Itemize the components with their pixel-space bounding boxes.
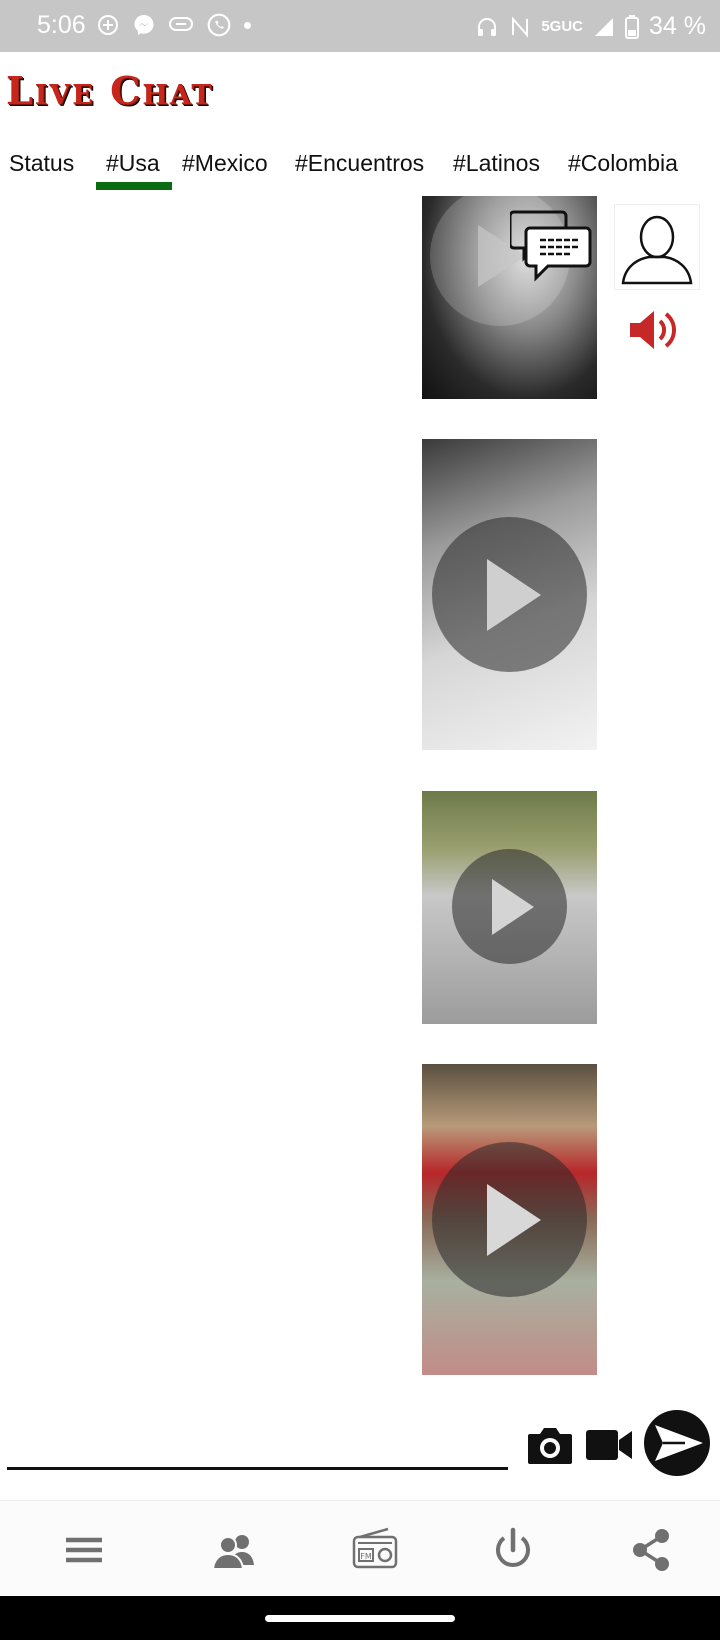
tab-latinos[interactable]: #Latinos [453, 150, 540, 177]
message-input[interactable] [7, 1467, 508, 1470]
app-logo: Live Chat [6, 68, 214, 113]
users-icon[interactable] [210, 1525, 260, 1575]
system-navigation-bar [0, 1596, 720, 1640]
notification-icons [96, 12, 251, 38]
radio-icon[interactable]: FM [350, 1525, 400, 1575]
home-gesture-handle[interactable] [265, 1615, 455, 1622]
chat-icon[interactable] [510, 206, 592, 286]
tab-usa[interactable]: #Usa [106, 150, 160, 177]
tab-status[interactable]: Status [9, 150, 74, 177]
bottom-navigation: FM [0, 1500, 720, 1597]
signal-icon [595, 17, 614, 36]
whatsapp-icon [207, 13, 231, 37]
send-icon[interactable] [643, 1409, 711, 1477]
play-icon [452, 849, 567, 964]
video-thumbnail[interactable] [422, 439, 597, 750]
battery-icon [625, 14, 640, 39]
nfc-icon [512, 15, 529, 38]
volume-icon[interactable] [628, 308, 680, 352]
tab-encuentros[interactable]: #Encuentros [295, 150, 424, 177]
tab-mexico[interactable]: #Mexico [182, 150, 268, 177]
chat-bubble-icon [169, 17, 193, 31]
play-icon [432, 517, 587, 672]
share-icon[interactable] [626, 1525, 676, 1575]
status-bar: 5:06 5GUC 34 % [0, 0, 720, 52]
svg-text:FM: FM [360, 1552, 372, 1561]
network-label: 5GUC [541, 18, 584, 35]
dot-icon [244, 21, 251, 29]
play-icon [432, 1142, 587, 1297]
video-thumbnail[interactable] [422, 791, 597, 1024]
status-time: 5:06 [37, 11, 86, 39]
tab-colombia[interactable]: #Colombia [568, 150, 678, 177]
user-profile-icon[interactable] [614, 204, 700, 290]
power-icon[interactable] [488, 1525, 538, 1575]
menu-icon[interactable] [59, 1525, 109, 1575]
camera-icon[interactable] [526, 1424, 574, 1466]
video-thumbnail[interactable] [422, 1064, 597, 1375]
video-camera-icon[interactable] [585, 1426, 633, 1464]
system-icons: 5GUC 34 % [475, 12, 706, 41]
headset-icon [478, 17, 497, 36]
battery-level: 34 % [649, 12, 706, 40]
messenger-icon [134, 15, 154, 35]
selected-tab-indicator [96, 182, 172, 190]
add-circle-icon [98, 15, 118, 35]
